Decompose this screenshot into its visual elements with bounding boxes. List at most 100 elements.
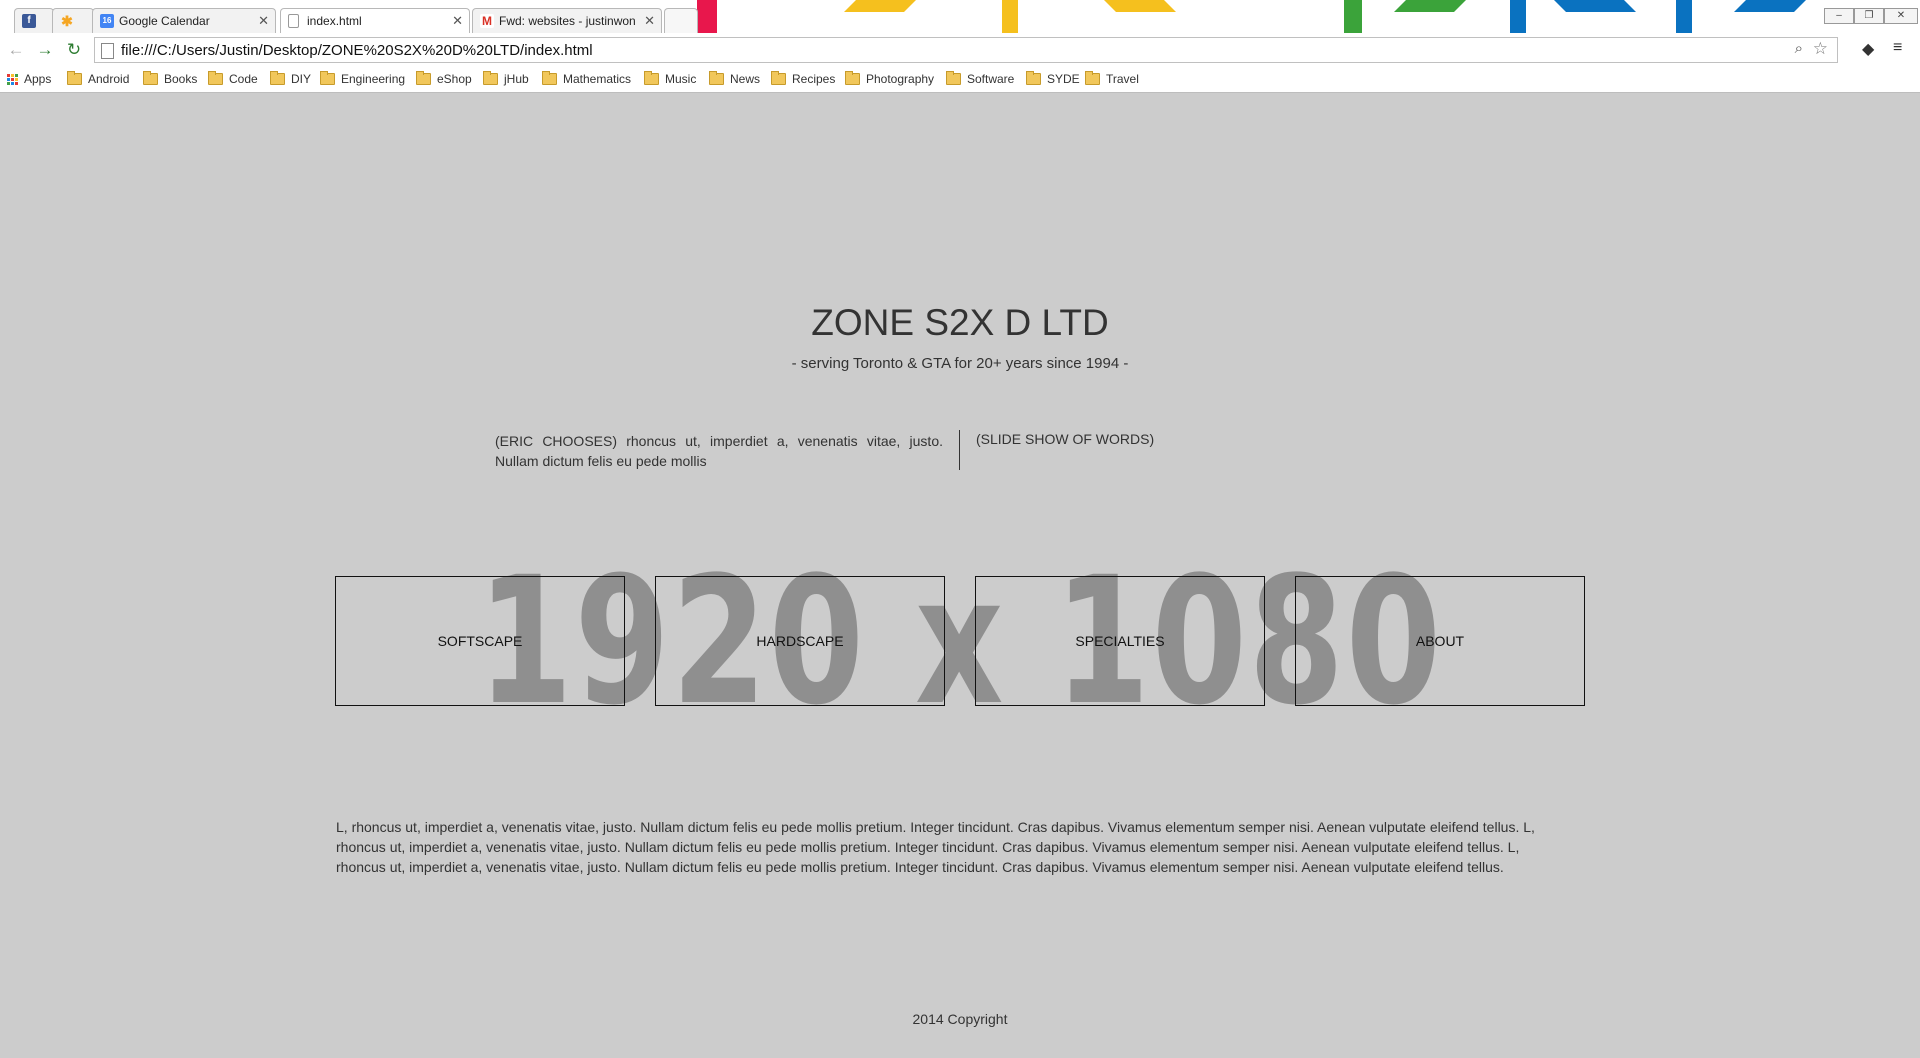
zoom-icon[interactable]: ⌕: [1795, 40, 1803, 57]
nav-specialties[interactable]: SPECIALTIES: [975, 576, 1265, 706]
folder-icon: [67, 71, 82, 85]
tab-strip: f ✱ 16 Google Calendar ✕ index.html ✕ M …: [0, 0, 1920, 33]
bookmark-label: Engineering: [341, 72, 406, 86]
reload-icon[interactable]: ↻: [63, 39, 85, 61]
folder-icon: [1085, 71, 1100, 85]
bookmark-folder[interactable]: jHub: [483, 71, 529, 86]
close-icon[interactable]: ✕: [258, 13, 269, 29]
bookmark-folder[interactable]: Books: [143, 71, 198, 86]
back-arrow-icon[interactable]: ←: [5, 39, 27, 61]
intro-text: (ERIC CHOOSES) rhoncus ut, imperdiet a, …: [495, 433, 943, 469]
bookmark-label: Travel: [1106, 72, 1139, 86]
minimize-button[interactable]: –: [1824, 8, 1854, 24]
bookmark-folder[interactable]: SYDE: [1026, 71, 1080, 86]
theme-stripe: [1344, 0, 1362, 33]
asterisk-icon: ✱: [61, 13, 73, 29]
footer-copyright: 2014 Copyright: [912, 1011, 1008, 1027]
bookmark-folder[interactable]: eShop: [416, 71, 472, 86]
evernote-extension-icon[interactable]: ◆: [1862, 39, 1874, 59]
gmail-icon: M: [480, 14, 494, 28]
window-close-button[interactable]: ✕: [1884, 8, 1918, 24]
theme-stripe: [1676, 0, 1692, 33]
bookmark-label: Books: [164, 72, 198, 86]
bookmark-folder[interactable]: Engineering: [320, 71, 406, 86]
folder-icon: [946, 71, 961, 85]
folder-icon: [208, 71, 223, 85]
bookmark-folder[interactable]: DIY: [270, 71, 312, 86]
apps-grid-icon: [7, 73, 18, 85]
folder-icon: [1026, 71, 1041, 85]
theme-stripe: [697, 0, 717, 33]
bookmark-folder[interactable]: Android: [67, 71, 130, 86]
tab-gmail[interactable]: M Fwd: websites - justinwon ✕: [472, 8, 662, 33]
bookmark-folder[interactable]: Music: [644, 71, 697, 86]
new-tab-button[interactable]: [664, 8, 698, 33]
facebook-icon: f: [22, 14, 36, 28]
theme-stripe: [844, 0, 916, 12]
restore-button[interactable]: ❐: [1854, 8, 1884, 24]
calendar-icon: 16: [100, 14, 114, 28]
bookmark-label: eShop: [437, 72, 472, 86]
slideshow-text: (SLIDE SHOW OF WORDS): [976, 431, 1155, 447]
site-title: ZONE S2X D LTD: [811, 302, 1109, 343]
bookmark-folder[interactable]: Recipes: [771, 71, 836, 86]
folder-icon: [644, 71, 659, 85]
tab-title: Fwd: websites - justinwon: [499, 14, 636, 28]
folder-icon: [143, 71, 158, 85]
bookmark-label: jHub: [504, 72, 529, 86]
page-icon: [101, 43, 114, 59]
site-subtitle: - serving Toronto & GTA for 20+ years si…: [791, 355, 1129, 372]
bookmark-folder[interactable]: News: [709, 71, 761, 86]
theme-stripe: [1104, 0, 1176, 12]
bookmarks-bar: Apps Android Books Code DIY Engineering …: [0, 67, 1920, 92]
forward-arrow-icon[interactable]: →: [34, 39, 56, 61]
bookmark-label: Code: [229, 72, 258, 86]
folder-icon: [771, 71, 786, 85]
close-icon[interactable]: ✕: [644, 13, 655, 29]
address-bar[interactable]: file:///C:/Users/Justin/Desktop/ZONE%20S…: [94, 37, 1838, 63]
bookmark-label: Photography: [866, 72, 935, 86]
folder-icon: [483, 71, 498, 85]
bookmark-label: Music: [665, 72, 697, 86]
close-icon[interactable]: ✕: [452, 13, 463, 29]
bookmark-label: Android: [88, 72, 130, 86]
bookmark-label: Mathematics: [563, 72, 632, 86]
bookmark-label: Apps: [24, 72, 52, 86]
tab-title: index.html: [307, 14, 362, 28]
bookmark-folder[interactable]: Code: [208, 71, 258, 86]
bookmark-folder[interactable]: Mathematics: [542, 71, 632, 86]
bookmark-label: DIY: [291, 72, 312, 86]
folder-icon: [416, 71, 431, 85]
theme-stripe: [1554, 0, 1636, 12]
bookmark-folder[interactable]: Software: [946, 71, 1015, 86]
folder-icon: [270, 71, 285, 85]
bookmark-folder[interactable]: Travel: [1085, 71, 1139, 86]
folder-icon: [320, 71, 335, 85]
theme-stripe: [1394, 0, 1466, 12]
nav-about[interactable]: ABOUT: [1295, 576, 1585, 706]
tab-facebook[interactable]: f: [14, 8, 54, 33]
menu-icon[interactable]: ≡: [1893, 39, 1902, 57]
star-icon[interactable]: ☆: [1813, 39, 1828, 59]
bookmark-apps[interactable]: Apps: [7, 72, 51, 86]
theme-stripe: [1510, 0, 1526, 33]
tab-title: Google Calendar: [119, 14, 210, 28]
tab-index-html[interactable]: index.html ✕: [280, 8, 470, 33]
address-bar-url: file:///C:/Users/Justin/Desktop/ZONE%20S…: [121, 42, 593, 59]
nav-softscape[interactable]: SOFTSCAPE: [335, 576, 625, 706]
bookmark-label: News: [730, 72, 761, 86]
bookmark-label: Software: [967, 72, 1015, 86]
bookmark-folder[interactable]: Photography: [845, 71, 935, 86]
bookmark-label: Recipes: [792, 72, 836, 86]
intro-divider: [959, 430, 960, 470]
folder-icon: [709, 71, 724, 85]
nav-hardscape[interactable]: HARDSCAPE: [655, 576, 945, 706]
page-icon: [288, 14, 299, 28]
browser-toolbar: ← → ↻ file:///C:/Users/Justin/Desktop/ZO…: [0, 33, 1920, 67]
body-paragraph: L, rhoncus ut, imperdiet a, venenatis vi…: [336, 819, 1535, 875]
folder-icon: [845, 71, 860, 85]
tab-google-calendar[interactable]: 16 Google Calendar ✕: [92, 8, 276, 33]
tab-pinned[interactable]: ✱: [52, 8, 94, 33]
bookmark-label: SYDE: [1047, 72, 1080, 86]
theme-stripe: [1734, 0, 1806, 12]
